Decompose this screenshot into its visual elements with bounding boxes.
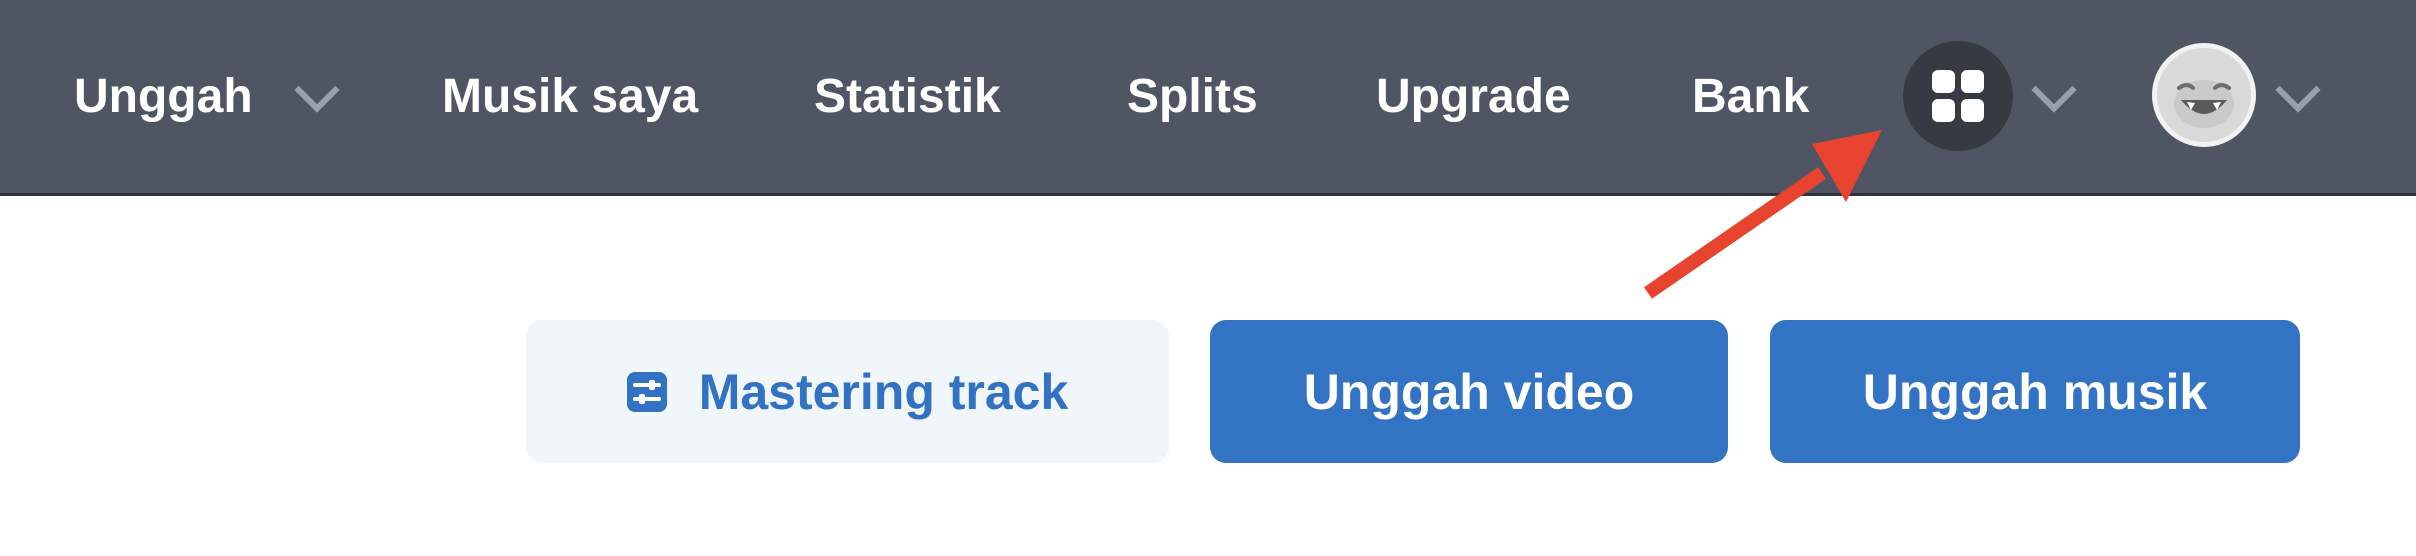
annotation-arrow-icon [1644,130,1882,299]
